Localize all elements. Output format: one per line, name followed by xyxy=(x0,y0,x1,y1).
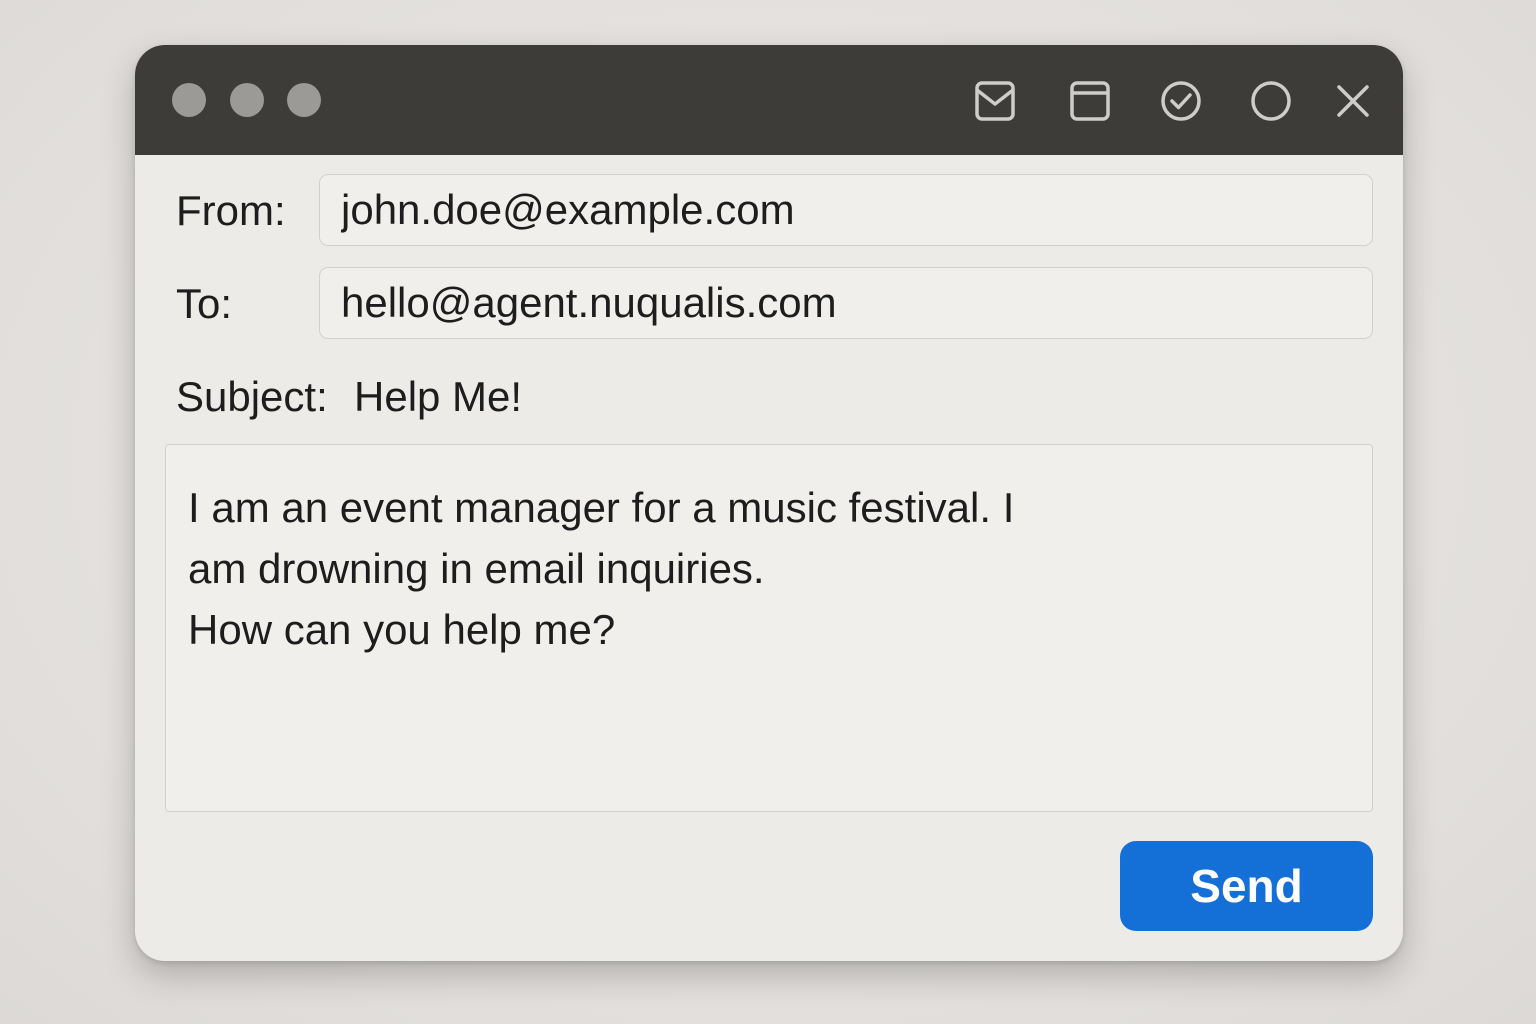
window-control-dot-1[interactable] xyxy=(172,83,206,117)
to-field[interactable] xyxy=(319,267,1373,339)
mail-icon[interactable] xyxy=(974,80,1016,122)
close-icon[interactable] xyxy=(1332,80,1374,122)
circle-icon[interactable] xyxy=(1250,80,1292,122)
message-body[interactable]: I am an event manager for a music festiv… xyxy=(165,444,1373,812)
message-body-line-1: I am an event manager for a music festiv… xyxy=(188,484,1015,531)
title-bar xyxy=(135,45,1403,155)
window-icon[interactable] xyxy=(1069,80,1111,122)
message-body-line-3: How can you help me? xyxy=(188,606,616,653)
subject-label: Subject: xyxy=(176,373,328,420)
to-label: To: xyxy=(176,280,233,327)
from-label: From: xyxy=(176,187,286,234)
message-body-line-2: am drowning in email inquiries. xyxy=(188,545,765,592)
from-field[interactable] xyxy=(319,174,1373,246)
check-circle-icon[interactable] xyxy=(1160,80,1202,122)
subject-value[interactable]: Help Me! xyxy=(354,376,522,418)
send-button[interactable]: Send xyxy=(1120,841,1373,931)
email-compose-window: From: To: Subject: Help Me! I am an even… xyxy=(135,45,1403,961)
window-control-dot-3[interactable] xyxy=(287,83,321,117)
window-control-dot-2[interactable] xyxy=(230,83,264,117)
